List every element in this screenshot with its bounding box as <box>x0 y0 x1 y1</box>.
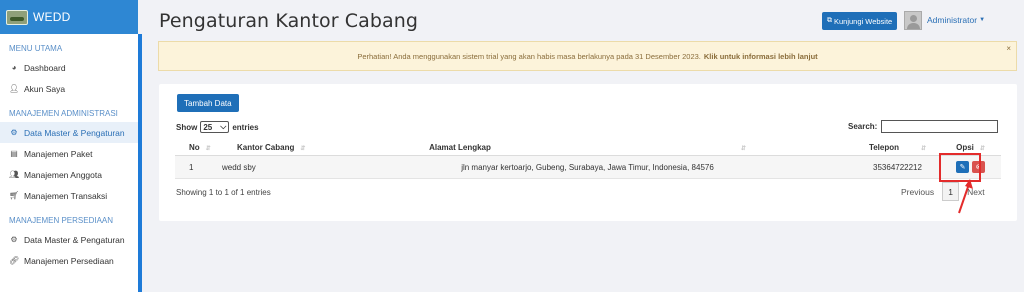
visit-website-label: Kunjungi Website <box>834 16 893 26</box>
top-header: Pengaturan Kantor Cabang ⧉ Kunjungi Webs… <box>142 0 1024 40</box>
entries-select[interactable]: 25 ⌵ <box>200 121 230 133</box>
book-icon: ▤ <box>10 149 18 158</box>
sidebar-item-label: Manajemen Transaksi <box>24 190 108 201</box>
cogs-icon: ⚙ <box>10 235 18 244</box>
branch-table: No ⇵ Kantor Cabang ⇵ Alamat Lengkap ⇵ Telep… <box>175 139 1001 179</box>
sidebar-item-data-master-persediaan[interactable]: ⚙ Data Master & Pengaturan <box>0 229 138 250</box>
cell-telepon: 35364722212 <box>873 162 922 172</box>
sidebar-item-label: Manajemen Anggota <box>24 169 102 180</box>
dashboard-icon: ◕ <box>11 63 17 72</box>
cogs-icon: ⚙ <box>10 128 18 137</box>
column-header-alamat[interactable]: Alamat Lengkap ⇵ <box>320 143 855 152</box>
annotation-arrow-icon <box>958 179 973 214</box>
visit-website-button[interactable]: ⧉ Kunjungi Website <box>822 12 898 30</box>
sidebar-item-dashboard[interactable]: ◕ Dashboard <box>0 57 138 78</box>
add-data-button[interactable]: Tambah Data <box>177 94 239 112</box>
previous-button[interactable]: Previous <box>901 187 934 197</box>
user-icon: 👤︎ <box>9 84 20 93</box>
external-link-icon: ⧉ <box>827 17 832 24</box>
close-icon[interactable]: × <box>1006 44 1011 53</box>
page-title: Pengaturan Kantor Cabang <box>159 10 419 32</box>
sidebar-item-manajemen-transaksi[interactable]: 🛒︎ Manajemen Transaksi <box>0 185 138 206</box>
sidebar-item-label: Manajemen Paket <box>24 148 93 159</box>
alert-text: Perhatian! Anda menggunakan sistem trial… <box>357 51 701 61</box>
show-entries: Show 25 ⌵ entries <box>176 121 259 133</box>
sidebar-item-manajemen-paket[interactable]: ▤ Manajemen Paket <box>0 143 138 164</box>
alert-link[interactable]: Klik untuk informasi lebih lanjut <box>704 52 818 61</box>
sidebar-section-title: MENU UTAMA <box>9 44 63 53</box>
sidebar-item-label: Manajemen Persediaan <box>24 255 114 266</box>
search-input[interactable] <box>881 120 999 133</box>
users-icon: 👥︎ <box>9 170 20 179</box>
avatar[interactable] <box>904 11 922 30</box>
entries-value: 25 <box>203 122 213 132</box>
cart-icon: 🛒︎ <box>9 191 20 200</box>
sort-icon: ⇵ <box>740 145 746 152</box>
sidebar-item-akun-saya[interactable]: 👤︎ Akun Saya <box>0 78 138 99</box>
user-menu[interactable]: Administrator ▼ <box>927 15 985 25</box>
caret-down-icon: ▼ <box>979 17 986 23</box>
brand-logo <box>6 9 28 25</box>
cell-no: 1 <box>189 162 194 172</box>
sidebar-scrollbar[interactable] <box>138 34 142 292</box>
sidebar-item-data-master[interactable]: ⚙ Data Master & Pengaturan <box>0 122 138 143</box>
search-label: Search: <box>848 122 878 131</box>
table-header: No ⇵ Kantor Cabang ⇵ Alamat Lengkap ⇵ Telep… <box>175 139 1001 156</box>
column-header-no[interactable]: No ⇵ <box>175 143 211 152</box>
sidebar-item-label: Dashboard <box>24 62 66 73</box>
sidebar-item-label: Akun Saya <box>24 83 66 94</box>
brand-bar[interactable]: WEDD <box>0 0 138 34</box>
user-name: Administrator <box>927 15 978 25</box>
content-panel: Tambah Data Show 25 ⌵ entries Search: No… <box>159 84 1017 221</box>
sidebar: WEDD MENU UTAMA ◕ Dashboard 👤︎ Akun Saya… <box>0 0 138 292</box>
cell-kantor-cabang: wedd sby <box>222 162 256 172</box>
table-info: Showing 1 to 1 of 1 entries <box>176 188 271 197</box>
sidebar-item-manajemen-persediaan[interactable]: 🔗︎ Manajemen Persediaan <box>0 250 138 271</box>
entries-label: entries <box>232 122 259 132</box>
sort-icon: ⇵ <box>979 145 985 152</box>
column-header-opsi[interactable]: Opsi ⇵ <box>940 143 1001 152</box>
brand-name: WEDD <box>33 10 71 24</box>
sidebar-item-label: Data Master & Pengaturan <box>24 234 125 245</box>
table-row: 1 wedd sby jln manyar kertoarjo, Gubeng,… <box>175 156 1001 179</box>
sort-icon: ⇵ <box>300 145 306 152</box>
show-label: Show <box>176 122 198 132</box>
column-header-telepon[interactable]: Telepon ⇵ <box>855 143 940 152</box>
cell-alamat: jln manyar kertoarjo, Gubeng, Surabaya, … <box>461 162 714 172</box>
link-icon: 🔗︎ <box>9 256 20 265</box>
trial-alert: Perhatian! Anda menggunakan sistem trial… <box>158 41 1017 71</box>
chevron-down-icon: ⌵ <box>220 122 227 131</box>
search: Search: <box>848 120 999 133</box>
sort-icon: ⇵ <box>921 145 927 152</box>
sidebar-item-label: Data Master & Pengaturan <box>24 127 125 138</box>
sidebar-section-title: MANAJEMEN ADMINISTRASI <box>9 109 118 118</box>
sidebar-item-manajemen-anggota[interactable]: 👥︎ Manajemen Anggota <box>0 164 138 185</box>
column-header-kantor-cabang[interactable]: Kantor Cabang ⇵ <box>210 143 320 152</box>
sidebar-section-title: MANAJEMEN PERSEDIAAN <box>9 216 114 225</box>
